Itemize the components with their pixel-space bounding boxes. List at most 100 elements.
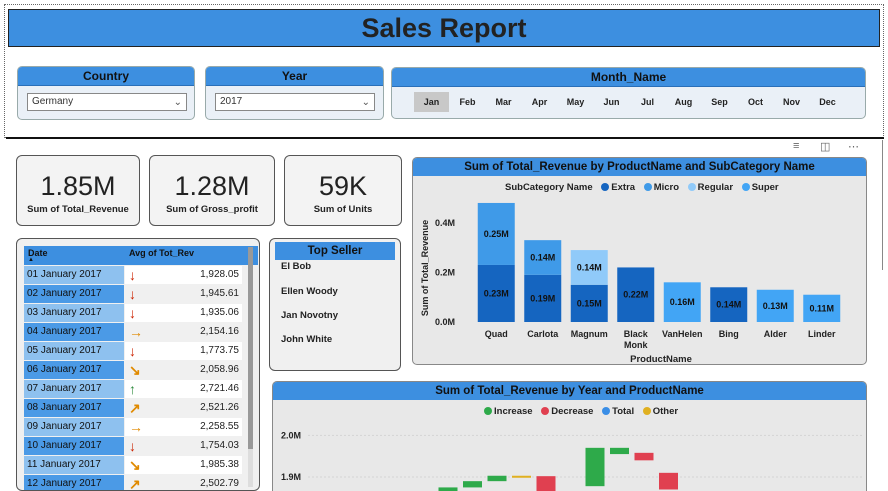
table-row[interactable]: 03 January 2017 ↓ 1,935.06 — [24, 304, 242, 322]
table-row[interactable]: 01 January 2017 ↓ 1,928.05 — [24, 266, 242, 284]
y-tick-label: 0.2M — [435, 267, 455, 277]
table-row[interactable]: 10 January 2017 ↓ 1,754.03 — [24, 437, 242, 455]
kpi-value: 1.85M — [40, 171, 116, 201]
table-row[interactable]: 02 January 2017 ↓ 1,945.61 — [24, 285, 242, 303]
waterfall-bar[interactable] — [438, 487, 458, 491]
revenue-cell: → 2,154.16 — [125, 323, 242, 341]
month-button-apr[interactable]: Apr — [522, 92, 557, 112]
trend-arrow-icon: → — [129, 324, 143, 340]
waterfall-bar[interactable] — [659, 472, 678, 490]
revenue-cell: ↓ 1,935.06 — [125, 304, 242, 322]
waterfall-bar[interactable] — [610, 447, 629, 455]
month-button-jan[interactable]: Jan — [414, 92, 449, 112]
data-label: 0.14M — [577, 262, 602, 272]
top-seller-panel: Top Seller El Bob Ellen Woody Jan Novotn… — [269, 238, 401, 371]
revenue-value: 1,945.61 — [200, 288, 239, 299]
x-tick-label: Magnum — [571, 329, 608, 339]
revenue-value: 2,502.79 — [200, 478, 239, 489]
table-scrollbar[interactable] — [248, 247, 253, 487]
revenue-value: 1,754.03 — [200, 440, 239, 451]
revenue-table: Date ▲ Avg of Tot_Rev 01 January 2017 ↓ 1,… — [16, 238, 260, 491]
seller-name[interactable]: Ellen Woody — [281, 286, 338, 297]
chevron-down-icon: ⌄ — [361, 97, 370, 108]
waterfall-bar[interactable] — [634, 452, 654, 461]
month-button-dec[interactable]: Dec — [810, 92, 845, 112]
trend-arrow-icon: ↑ — [129, 381, 136, 397]
more-options-icon[interactable]: ⋯ — [848, 140, 859, 153]
date-cell: 09 January 2017 — [24, 418, 124, 436]
date-cell: 08 January 2017 — [24, 399, 124, 417]
month-button-aug[interactable]: Aug — [666, 92, 701, 112]
month-button-feb[interactable]: Feb — [450, 92, 485, 112]
table-row[interactable]: 12 January 2017 ↗ 2,502.79 — [24, 475, 242, 490]
revenue-cell: ↓ 1,945.61 — [125, 285, 242, 303]
scrollbar-thumb[interactable] — [248, 247, 253, 449]
year-slicer: Year 2017 ⌄ — [205, 66, 384, 120]
revenue-by-year-chart: Sum of Total_Revenue by Year and Product… — [272, 381, 867, 491]
top-seller-title: Top Seller — [275, 242, 395, 260]
kpi-value: 59K — [318, 171, 368, 201]
waterfall-bar[interactable] — [512, 475, 531, 478]
y-tick-label: 0.4M — [435, 218, 455, 228]
waterfall-bar[interactable] — [487, 475, 507, 482]
header-divider — [6, 137, 884, 139]
chevron-down-icon: ⌄ — [173, 97, 182, 108]
revenue-cell: ↗ 2,502.79 — [125, 475, 242, 490]
month-button-may[interactable]: May — [558, 92, 593, 112]
year-slicer-label: Year — [206, 67, 383, 86]
month-slicer: Month_Name Jan Feb Mar Apr May Jun Jul Aug Sep Oc… — [391, 67, 866, 119]
date-cell: 12 January 2017 — [24, 475, 124, 490]
title-bar: Sales Report — [8, 9, 880, 47]
date-cell: 07 January 2017 — [24, 380, 124, 398]
year-dropdown[interactable]: 2017 ⌄ — [215, 93, 375, 111]
revenue-by-product-chart: Sum of Total_Revenue by ProductName and … — [412, 157, 867, 365]
x-tick-label: VanHelen — [662, 329, 703, 339]
x-tick-label: Quad — [485, 329, 508, 339]
date-cell: 06 January 2017 — [24, 361, 124, 379]
revenue-cell: → 2,258.55 — [125, 418, 242, 436]
waterfall-bar[interactable] — [536, 476, 556, 491]
focus-mode-icon[interactable]: ◫ — [820, 140, 830, 153]
table-row[interactable]: 11 January 2017 ↘ 1,985.38 — [24, 456, 242, 474]
month-button-jun[interactable]: Jun — [594, 92, 629, 112]
sales-report-page: Sales Report Country Germany ⌄ Year 2017… — [0, 0, 888, 491]
bar-chart-svg: 0.0M 0.2M 0.4M Sum of Total_Revenue 0.23M 0.2… — [420, 202, 841, 364]
month-button-oct[interactable]: Oct — [738, 92, 773, 112]
table-row[interactable]: 08 January 2017 ↗ 2,521.26 — [24, 399, 242, 417]
date-cell: 04 January 2017 — [24, 323, 124, 341]
month-buttons: Jan Feb Mar Apr May Jun Jul Aug Sep Oct Nov Dec — [414, 92, 845, 112]
table-row[interactable]: 04 January 2017 → 2,154.16 — [24, 323, 242, 341]
x-tick-label: Bing — [719, 329, 739, 339]
month-button-mar[interactable]: Mar — [486, 92, 521, 112]
trend-arrow-icon: ↓ — [129, 286, 136, 302]
month-button-jul[interactable]: Jul — [630, 92, 665, 112]
table-row[interactable]: 09 January 2017 → 2,258.55 — [24, 418, 242, 436]
date-cell: 05 January 2017 — [24, 342, 124, 360]
date-cell: 10 January 2017 — [24, 437, 124, 455]
table-row[interactable]: 05 January 2017 ↓ 1,773.75 — [24, 342, 242, 360]
table-row[interactable]: 06 January 2017 ↘ 2,058.96 — [24, 361, 242, 379]
page-title: Sales Report — [361, 12, 527, 43]
seller-name[interactable]: El Bob — [281, 261, 311, 272]
seller-name[interactable]: John White — [281, 334, 332, 345]
seller-name[interactable]: Jan Novotny — [281, 310, 338, 321]
waterfall-bar[interactable] — [585, 447, 605, 487]
month-slicer-label: Month_Name — [392, 68, 865, 87]
revenue-value: 1,985.38 — [200, 459, 239, 470]
frame-border — [882, 140, 883, 270]
x-tick-label: Monk — [624, 340, 648, 350]
trend-arrow-icon: → — [129, 419, 143, 435]
country-dropdown[interactable]: Germany ⌄ — [27, 93, 187, 111]
filter-icon[interactable]: ≡ — [793, 140, 799, 152]
month-button-sep[interactable]: Sep — [702, 92, 737, 112]
trend-arrow-icon: ↓ — [129, 343, 136, 359]
sort-ascending-icon: ▲ — [28, 257, 34, 263]
table-row[interactable]: 07 January 2017 ↑ 2,721.46 — [24, 380, 242, 398]
month-button-nov[interactable]: Nov — [774, 92, 809, 112]
waterfall-bar[interactable] — [463, 481, 482, 488]
column-header-avg-rev[interactable]: Avg of Tot_Rev — [129, 248, 194, 258]
kpi-card-total-revenue: 1.85M Sum of Total_Revenue — [16, 155, 140, 226]
kpi-label: Sum of Units — [313, 204, 373, 215]
data-label: 0.16M — [670, 297, 695, 307]
y-tick-label: 1.9M — [281, 472, 301, 482]
